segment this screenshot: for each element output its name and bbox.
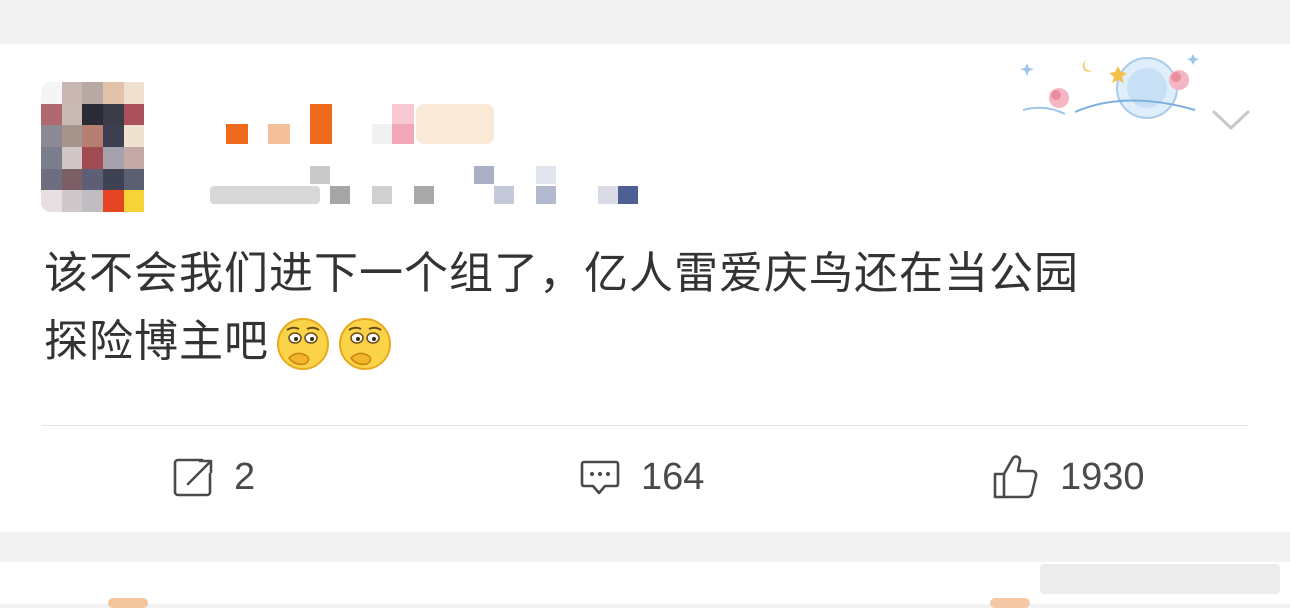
action-bar: 2 164 1930 bbox=[0, 439, 1290, 515]
username-blurred[interactable] bbox=[226, 100, 506, 148]
comment-button[interactable]: 164 bbox=[579, 439, 704, 515]
repost-icon bbox=[173, 458, 213, 497]
next-post-card bbox=[0, 562, 1290, 608]
post-card: 该不会我们进下一个组了，亿人雷爱庆鸟还在当公园 探险博主吧 2 164 1930 bbox=[0, 44, 1290, 532]
post-text: 该不会我们进下一个组了，亿人雷爱庆鸟还在当公园 探险博主吧 bbox=[44, 240, 1254, 376]
post-meta-blurred bbox=[210, 162, 650, 204]
divider bbox=[42, 425, 1248, 426]
thumbs-up-icon bbox=[993, 455, 1038, 499]
comment-icon bbox=[580, 460, 620, 495]
next-post-avatar bbox=[108, 598, 148, 608]
thinking-face-icon bbox=[339, 318, 391, 370]
next-post-header-blurred bbox=[1040, 564, 1280, 594]
like-button[interactable]: 1930 bbox=[992, 439, 1145, 515]
post-text-line2: 探险博主吧 bbox=[44, 308, 1254, 376]
decoration-badge-icon bbox=[1020, 54, 1199, 119]
post-text-line2-text: 探险博主吧 bbox=[44, 316, 269, 367]
post-text-line1: 该不会我们进下一个组了，亿人雷爱庆鸟还在当公园 bbox=[44, 248, 1079, 299]
comment-count: 164 bbox=[641, 455, 705, 498]
next-post-decoration-icon bbox=[990, 598, 1030, 608]
like-count: 1930 bbox=[1060, 455, 1145, 498]
chevron-down-icon[interactable] bbox=[1210, 104, 1252, 134]
thinking-face-icon bbox=[277, 318, 329, 370]
repost-count: 2 bbox=[234, 455, 256, 498]
repost-button[interactable]: 2 bbox=[172, 439, 255, 515]
avatar[interactable] bbox=[41, 82, 165, 212]
feed-gap bbox=[0, 0, 1290, 14]
